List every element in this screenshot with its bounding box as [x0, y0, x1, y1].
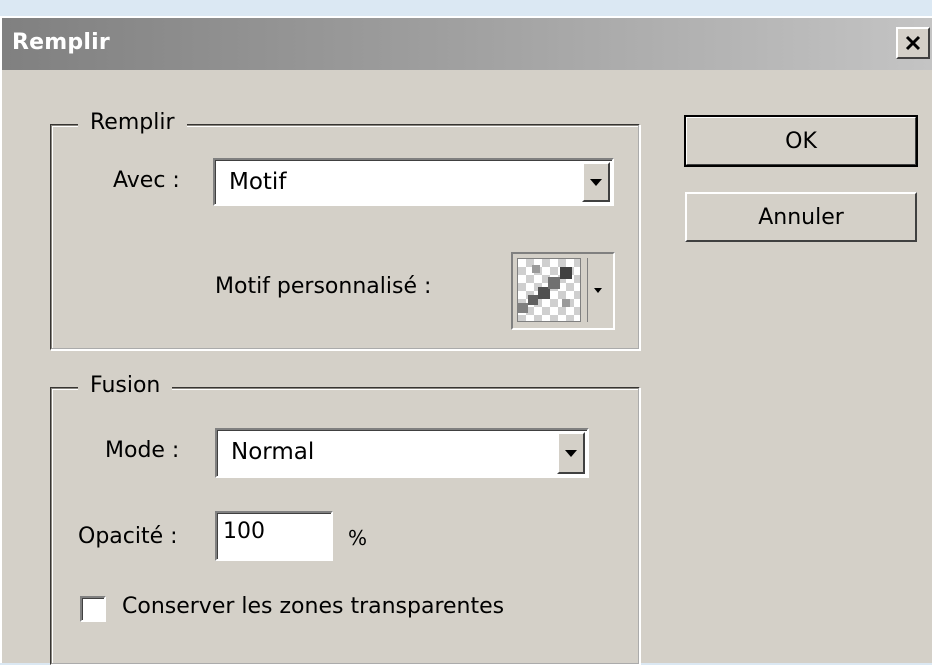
checker-pattern-icon [517, 258, 581, 322]
custom-pattern-dropdown-button[interactable] [587, 258, 608, 322]
preserve-transparency-label[interactable]: Conserver les zones transparentes [122, 594, 504, 619]
mode-select[interactable]: Normal [215, 428, 589, 478]
title-bar[interactable]: Remplir [2, 18, 932, 70]
opacity-input[interactable]: 100 [215, 511, 333, 561]
preserve-transparency-checkbox[interactable] [80, 596, 106, 622]
dialog-title: Remplir [12, 30, 110, 55]
with-select[interactable]: Motif [213, 158, 614, 206]
blend-group-legend: Fusion [78, 373, 173, 398]
chevron-down-icon [594, 287, 602, 293]
custom-pattern-label: Motif personnalisé : [215, 274, 432, 299]
close-button[interactable] [896, 27, 930, 59]
mode-label: Mode : [105, 438, 180, 463]
cancel-button[interactable]: Annuler [685, 192, 917, 242]
mode-select-dropdown-button[interactable] [557, 432, 585, 474]
opacity-label: Opacité : [78, 524, 178, 549]
with-label: Avec : [113, 168, 180, 193]
chevron-down-icon [565, 449, 577, 457]
custom-pattern-picker[interactable] [511, 252, 615, 330]
with-select-dropdown-button[interactable] [582, 162, 610, 202]
mode-select-value: Normal [231, 439, 315, 465]
chevron-down-icon [590, 178, 602, 186]
ok-button[interactable]: OK [684, 115, 918, 167]
close-icon [905, 35, 921, 51]
with-select-value: Motif [229, 169, 287, 195]
opacity-unit: % [348, 526, 368, 550]
pattern-preview-icon [518, 265, 572, 313]
fill-dialog: Remplir Remplir Avec : Motif Motif perso… [0, 16, 932, 665]
fill-group-legend: Remplir [78, 110, 187, 135]
